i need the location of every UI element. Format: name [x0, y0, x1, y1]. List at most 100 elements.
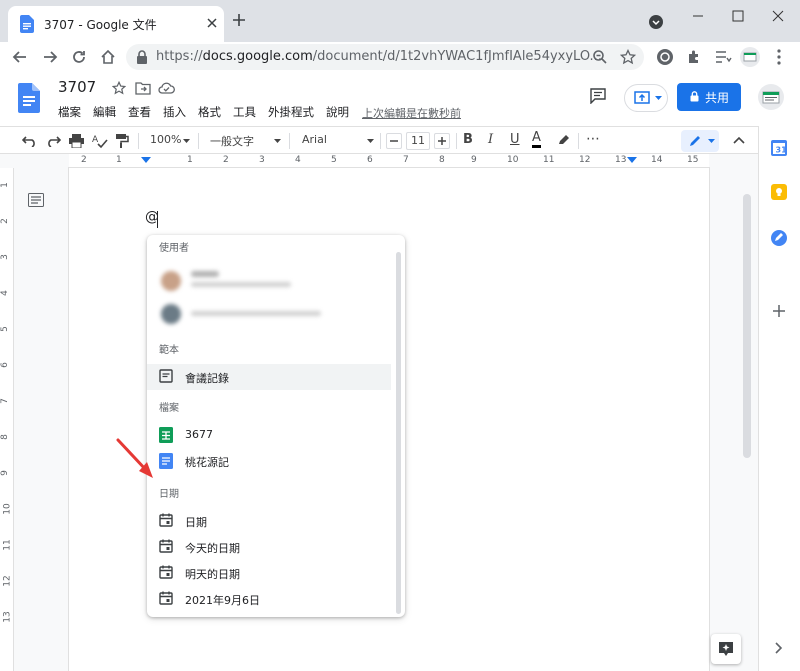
- browser-tab-strip: 3707 - Google 文件: [0, 0, 800, 42]
- calendar-icon: [159, 565, 173, 579]
- section-header-templates: 範本: [159, 345, 179, 356]
- reading-list-icon[interactable]: [714, 49, 732, 65]
- bookmark-star-icon[interactable]: [620, 49, 636, 65]
- underline-button[interactable]: U: [510, 132, 520, 147]
- forward-icon[interactable]: [42, 49, 58, 65]
- print-icon[interactable]: [69, 134, 84, 148]
- person-email: [191, 282, 291, 287]
- menu-view[interactable]: 查看: [128, 104, 151, 120]
- menu-addons[interactable]: 外掛程式: [268, 104, 314, 120]
- person-name: [191, 271, 219, 277]
- lock-icon[interactable]: [136, 50, 148, 64]
- chevron-down-icon: [274, 139, 281, 143]
- browser-tab[interactable]: 3707 - Google 文件: [8, 6, 224, 42]
- date-suggestion[interactable]: 2021年9月6日: [147, 586, 391, 612]
- reload-icon[interactable]: [70, 48, 88, 66]
- menu-insert[interactable]: 插入: [163, 104, 186, 120]
- file-suggestion[interactable]: 桃花源記: [147, 448, 391, 474]
- horizontal-ruler[interactable]: 2 1 1 2 3 4 5 6 7 8 9 10 11 12 13 14 15 …: [69, 154, 709, 168]
- address-bar[interactable]: https://docs.google.com/document/d/1t2vh…: [126, 44, 644, 70]
- calendar-app-icon[interactable]: 31: [770, 139, 788, 157]
- avatar: [161, 271, 181, 291]
- font-select[interactable]: Arial: [302, 133, 327, 146]
- document-outline-icon[interactable]: [28, 193, 44, 207]
- keep-app-icon[interactable]: [770, 183, 788, 201]
- new-tab-icon[interactable]: [232, 13, 246, 27]
- home-icon[interactable]: [99, 48, 117, 66]
- menu-help[interactable]: 說明: [326, 104, 349, 120]
- maximize-icon[interactable]: [728, 6, 748, 26]
- star-icon[interactable]: [112, 81, 126, 95]
- share-button[interactable]: 共用: [677, 83, 741, 111]
- menu-edit[interactable]: 編輯: [93, 104, 116, 120]
- note-template-icon: [159, 369, 173, 383]
- person-suggestion[interactable]: [147, 301, 391, 331]
- add-app-icon[interactable]: [772, 304, 786, 318]
- profile-avatar[interactable]: [740, 47, 760, 67]
- person-suggestion[interactable]: [147, 265, 391, 299]
- menu-format[interactable]: 格式: [198, 104, 221, 120]
- section-header-files: 檔案: [159, 403, 179, 414]
- browser-menu-icon[interactable]: [776, 48, 782, 66]
- date-suggestion[interactable]: 今天的日期: [147, 534, 391, 560]
- editing-mode-button[interactable]: [681, 130, 719, 152]
- paragraph-style-select[interactable]: 一般文字: [210, 133, 254, 149]
- puzzle-extensions-icon[interactable]: [686, 48, 704, 66]
- vertical-ruler[interactable]: 1 2 3 4 5 6 7 8 9 10 11 12 13: [0, 168, 14, 671]
- section-header-people: 使用者: [159, 243, 189, 254]
- cloud-status-icon[interactable]: [158, 81, 175, 95]
- template-meeting-notes[interactable]: 會議記錄: [147, 364, 391, 390]
- date-suggestion[interactable]: 日期: [147, 508, 391, 534]
- expand-panel-icon[interactable]: [775, 642, 783, 654]
- side-panel: 31: [758, 126, 800, 671]
- spellcheck-icon[interactable]: A: [92, 133, 108, 149]
- paint-format-icon[interactable]: [115, 133, 129, 149]
- text-color-button[interactable]: A: [532, 130, 541, 148]
- docs-header: 3707 檔案 編輯 查看 插入 格式 工具 外掛程式 說明 上次編輯是在數秒前…: [0, 72, 800, 126]
- sheets-icon: [159, 427, 173, 443]
- zoom-icon[interactable]: [592, 49, 608, 65]
- more-tools-button[interactable]: ⋯: [586, 131, 600, 147]
- font-size-input[interactable]: 11: [406, 132, 430, 150]
- smart-chip-suggestions: 使用者 範本 會議記錄 檔案 3677 桃花源記 日期 日期 今天的日期 明天的…: [147, 235, 405, 617]
- tab-search-icon[interactable]: [649, 15, 663, 29]
- decrease-font-size-button[interactable]: [386, 133, 402, 149]
- account-avatar[interactable]: [758, 84, 784, 110]
- avatar: [161, 304, 181, 324]
- right-indent-marker[interactable]: [627, 157, 637, 165]
- highlight-color-icon[interactable]: [556, 133, 570, 147]
- redo-icon[interactable]: [46, 134, 61, 147]
- url-text: https://docs.google.com/document/d/1t2vh…: [156, 49, 602, 64]
- left-indent-marker[interactable]: [141, 157, 151, 165]
- undo-icon[interactable]: [22, 134, 37, 147]
- back-icon[interactable]: [12, 49, 28, 65]
- date-suggestion[interactable]: 明天的日期: [147, 560, 391, 586]
- popup-scrollbar[interactable]: [396, 252, 401, 614]
- document-scrollbar[interactable]: [743, 194, 751, 458]
- increase-font-size-button[interactable]: [434, 133, 450, 149]
- bold-button[interactable]: B: [463, 132, 473, 147]
- file-suggestion[interactable]: 3677: [147, 422, 391, 448]
- tasks-app-icon[interactable]: [770, 229, 788, 247]
- zoom-select[interactable]: 100%: [150, 133, 181, 146]
- menu-tools[interactable]: 工具: [233, 104, 256, 120]
- chevron-down-icon: [655, 96, 662, 100]
- italic-button[interactable]: I: [488, 132, 493, 147]
- move-folder-icon[interactable]: [135, 81, 151, 95]
- share-button-label: 共用: [705, 91, 730, 105]
- comment-history-icon[interactable]: [590, 88, 606, 104]
- minimize-icon[interactable]: [688, 6, 708, 26]
- collapse-menus-icon[interactable]: [733, 136, 745, 144]
- svg-text:A: A: [92, 135, 99, 145]
- calendar-icon: [159, 539, 173, 553]
- browser-tab-title: 3707 - Google 文件: [44, 18, 157, 32]
- close-tab-icon[interactable]: [204, 15, 220, 31]
- document-title[interactable]: 3707: [58, 78, 96, 96]
- close-window-icon[interactable]: [768, 6, 788, 26]
- present-button[interactable]: [624, 84, 668, 112]
- explore-button[interactable]: [711, 634, 741, 664]
- extension-icon[interactable]: [656, 48, 674, 66]
- last-edit-link[interactable]: 上次編輯是在數秒前: [362, 105, 461, 121]
- docs-logo-icon[interactable]: [18, 83, 40, 113]
- menu-file[interactable]: 檔案: [58, 104, 81, 120]
